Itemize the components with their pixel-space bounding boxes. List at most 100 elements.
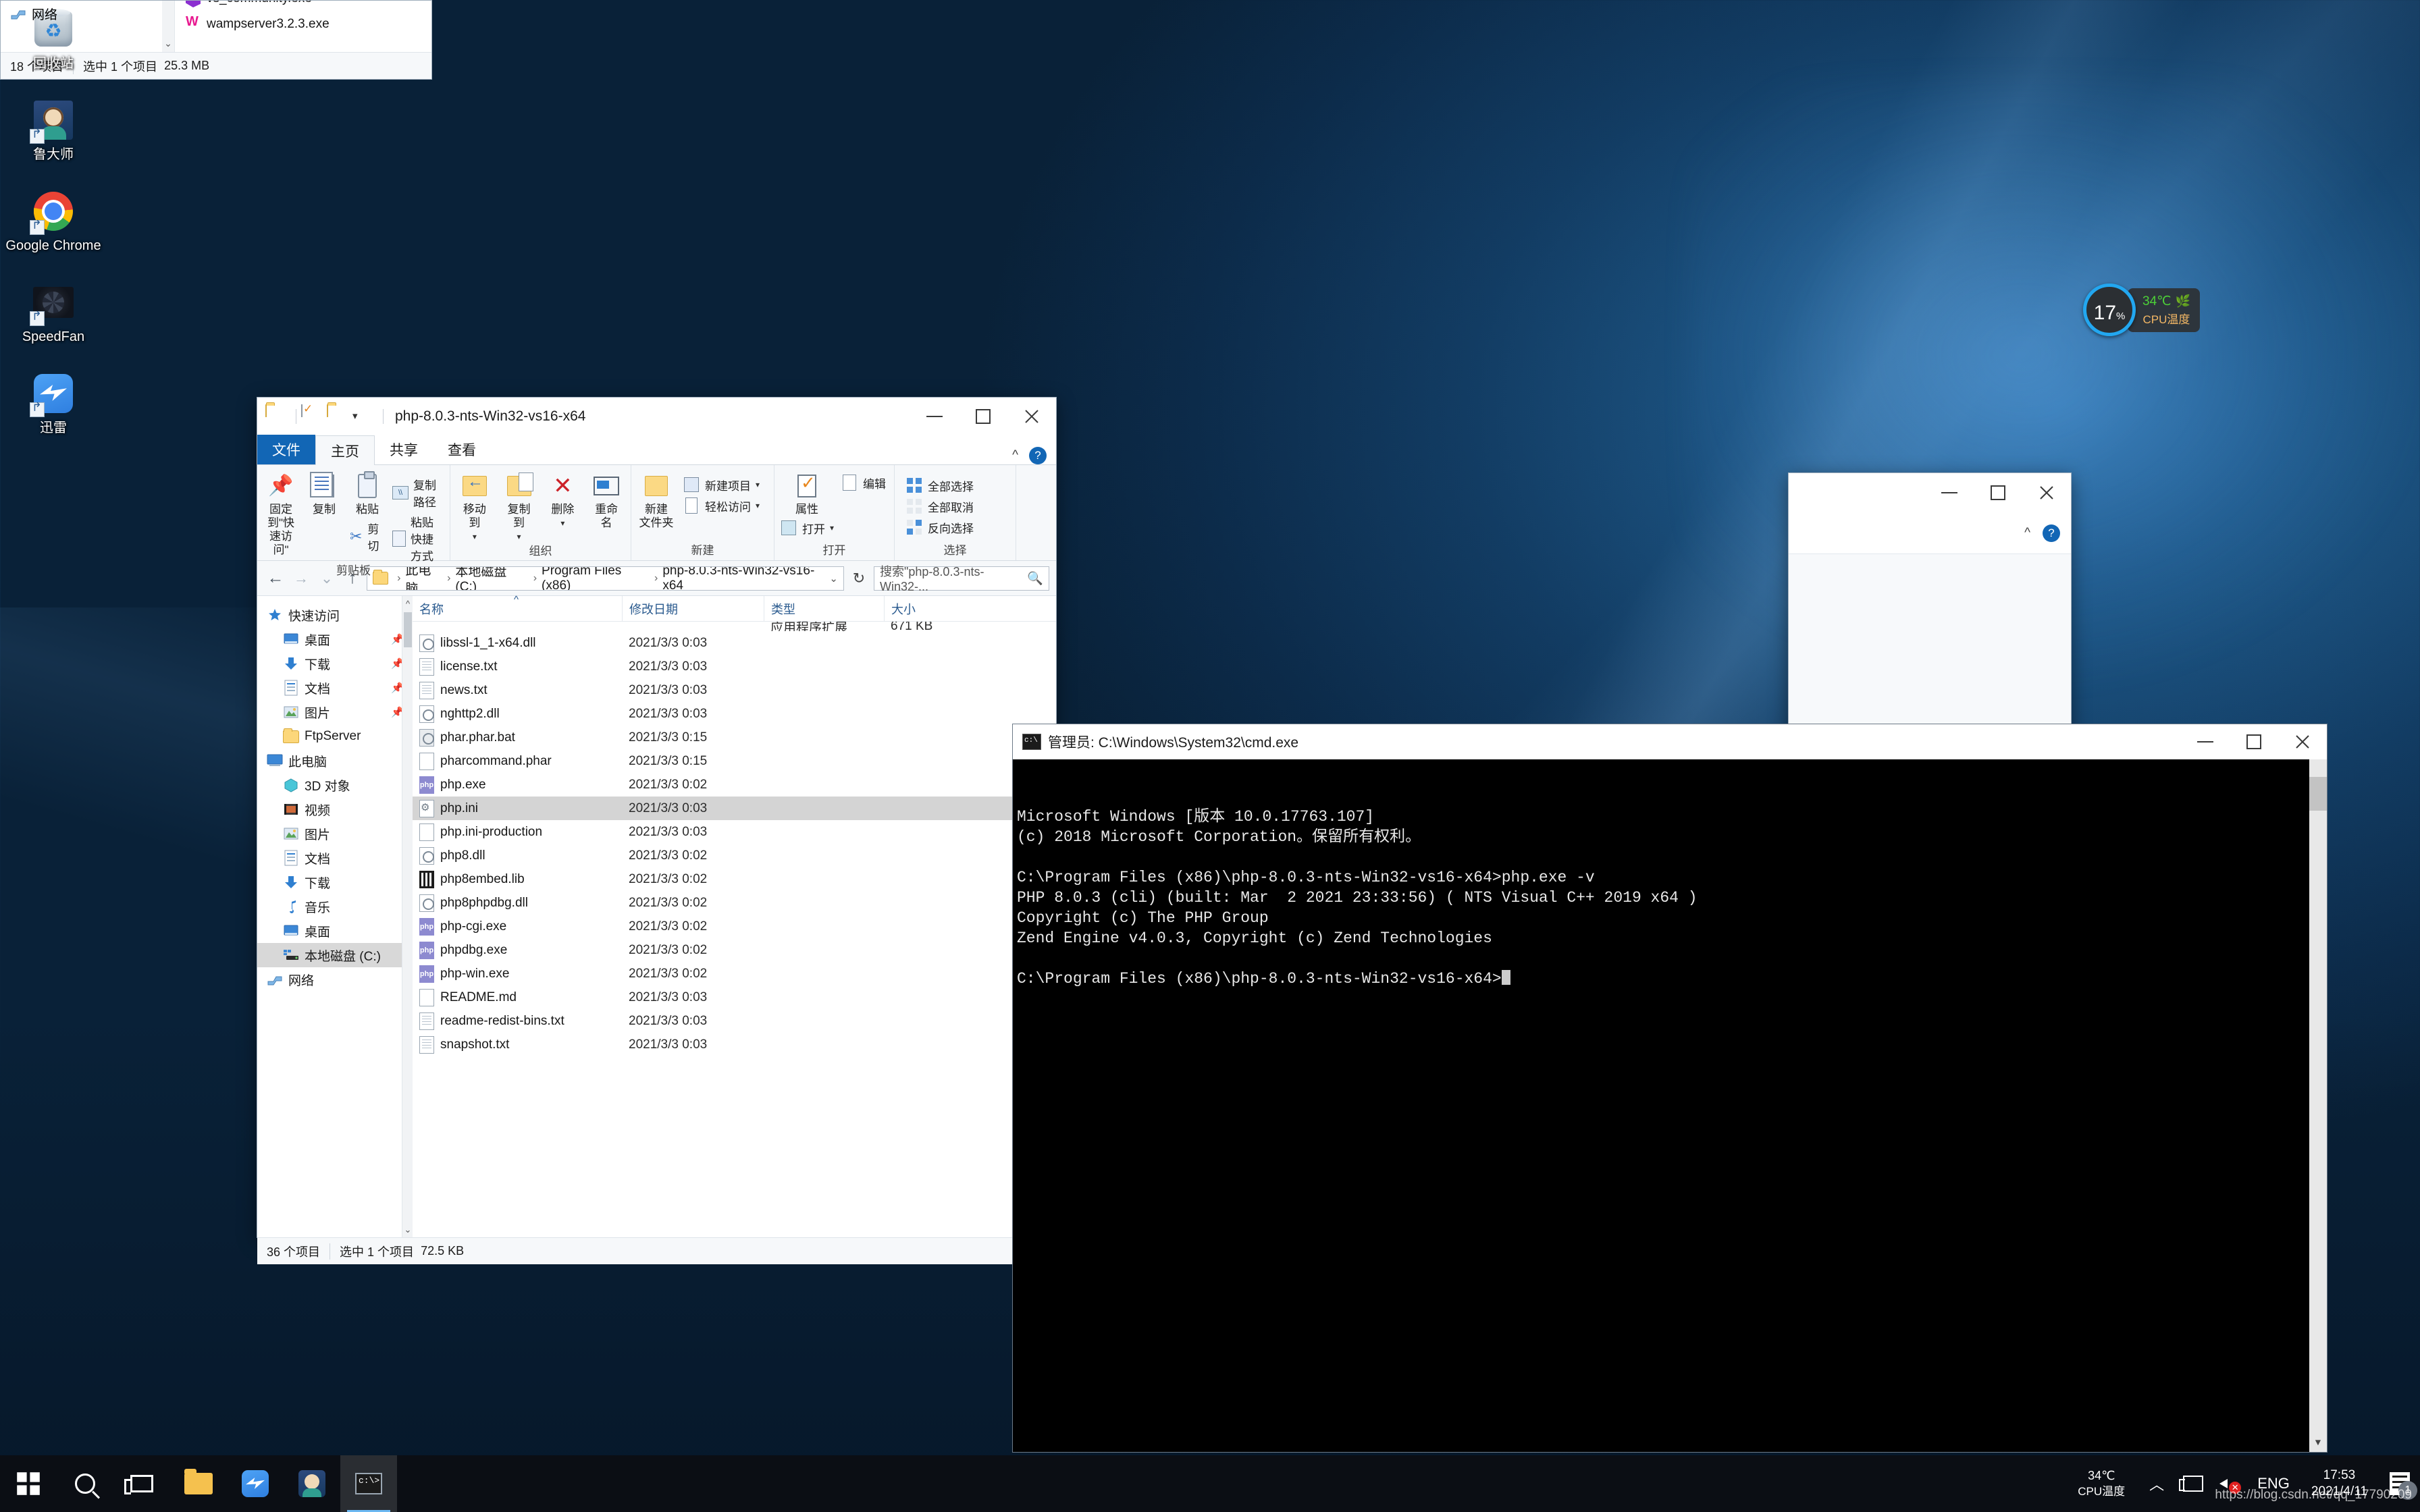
open-button[interactable]: 打开 ▾ xyxy=(777,518,837,537)
new-folder-button[interactable]: 新建 文件夹 xyxy=(634,470,679,531)
cmd-window[interactable]: 管理员: C:\Windows\System32\cmd.exe Microso… xyxy=(1012,724,2327,1453)
paste-button[interactable]: 粘贴 xyxy=(346,470,388,518)
maximize-button[interactable] xyxy=(1974,473,2022,512)
sidebar-item-downloads[interactable]: 下载 📌 xyxy=(257,651,412,676)
qat-dropdown-icon[interactable]: ▾ xyxy=(352,405,375,428)
table-row[interactable]: libssl-1_1-x64.dll2021/3/3 0:03 xyxy=(413,631,1056,655)
table-row[interactable]: phpphp-win.exe2021/3/3 0:02 xyxy=(413,962,1056,986)
sidebar-item-pictures[interactable]: 图片 📌 xyxy=(257,700,412,724)
tab-view[interactable]: 查看 xyxy=(433,435,491,464)
breadcrumb-item-local-disk[interactable]: 本地磁盘 (C:) xyxy=(455,566,528,591)
sidebar-item-music[interactable]: 音乐 xyxy=(257,894,412,919)
column-header-date[interactable]: 修改日期 xyxy=(622,596,764,622)
taskbar-cmd[interactable] xyxy=(340,1455,397,1512)
table-row[interactable]: php8.dll2021/3/3 0:02 xyxy=(413,844,1056,867)
close-button[interactable] xyxy=(2022,473,2071,512)
desktop-icon-speedfan[interactable]: SpeedFan xyxy=(0,273,107,350)
select-none-button[interactable]: 全部取消 xyxy=(903,497,976,516)
minimize-button[interactable] xyxy=(910,397,959,436)
desktop-icon-xunlei[interactable]: 迅雷 xyxy=(0,364,107,441)
scrollbar-thumb[interactable] xyxy=(404,612,412,647)
scrollbar-thumb[interactable] xyxy=(2309,777,2327,811)
list-item-partial[interactable]: 应用程序扩展 671 KB xyxy=(413,622,1056,631)
tray-network[interactable] xyxy=(2175,1455,2211,1512)
help-icon[interactable]: ? xyxy=(2043,524,2060,542)
edit-button[interactable]: 编辑 xyxy=(838,473,889,492)
list-item[interactable]: vs_community.exe xyxy=(179,0,431,11)
table-row[interactable]: pharcommand.phar2021/3/3 0:15 xyxy=(413,749,1056,773)
table-row[interactable]: php.ini2021/3/3 0:03 xyxy=(413,796,1056,820)
sidebar-item-desktop-2[interactable]: 桌面 xyxy=(257,919,412,943)
delete-button[interactable]: ✕ 删除 ▾ xyxy=(542,470,583,531)
chevron-down-icon[interactable]: ▾ xyxy=(560,516,564,530)
table-row[interactable]: php.ini-production2021/3/3 0:03 xyxy=(413,820,1056,844)
chevron-down-icon[interactable]: ▾ xyxy=(756,501,760,510)
copy-button[interactable]: 复制 xyxy=(303,470,345,518)
taskbar-xunlei[interactable] xyxy=(227,1455,284,1512)
column-header-size[interactable]: 大小 xyxy=(884,596,958,622)
qat-properties-icon[interactable] xyxy=(301,405,324,428)
scroll-down-arrow[interactable]: ⌄ xyxy=(402,1222,413,1237)
sidebar-item-quick-access[interactable]: 快速访问 xyxy=(257,603,412,627)
scrollbar-thumb[interactable] xyxy=(163,0,173,1)
help-icon[interactable]: ? xyxy=(1029,447,1047,464)
sidebar-item-pictures-2[interactable]: 图片 xyxy=(257,821,412,846)
explorer-window-main[interactable]: ▾ php-8.0.3-nts-Win32-vs16-x64 文件 主页 共享 … xyxy=(257,397,1057,1238)
table-row[interactable]: php8phpdbg.dll2021/3/3 0:02 xyxy=(413,891,1056,915)
sidebar-item-network[interactable]: 网络 xyxy=(1,1,174,26)
titlebar[interactable]: 管理员: C:\Windows\System32\cmd.exe xyxy=(1013,724,2327,759)
rename-button[interactable]: 重命名 xyxy=(585,470,628,531)
chevron-up-icon[interactable]: ^ xyxy=(1012,448,1018,463)
nav-scrollbar[interactable]: ⌄ xyxy=(162,0,174,52)
tray-show-hidden-icons[interactable]: ︿ xyxy=(2138,1455,2175,1512)
move-to-button[interactable]: 移动到 ▾ xyxy=(453,470,496,545)
sidebar-item-downloads-2[interactable]: 下载 xyxy=(257,870,412,894)
sidebar-item-ftpserver[interactable]: FtpServer xyxy=(257,724,412,749)
desktop-icon-ludashi[interactable]: 鲁大师 xyxy=(0,91,107,167)
sidebar-item-desktop[interactable]: 桌面 📌 xyxy=(257,627,412,651)
start-button[interactable] xyxy=(0,1455,57,1512)
table-row[interactable]: README.md2021/3/3 0:03 xyxy=(413,986,1056,1009)
cut-button[interactable]: ✂ 剪切 xyxy=(346,519,388,554)
tray-cpu-temp[interactable]: 34℃ CPU温度 xyxy=(2064,1468,2138,1499)
minimize-button[interactable] xyxy=(2181,722,2230,761)
list-item[interactable]: wampserver3.2.3.exe xyxy=(179,11,431,37)
taskbar-file-explorer[interactable] xyxy=(170,1455,227,1512)
table-row[interactable]: news.txt2021/3/3 0:03 xyxy=(413,678,1056,702)
table-row[interactable]: php8embed.lib2021/3/3 0:02 xyxy=(413,867,1056,891)
table-row[interactable]: snapshot.txt2021/3/3 0:03 xyxy=(413,1033,1056,1056)
tab-home[interactable]: 主页 xyxy=(315,435,375,465)
sidebar-item-3d-objects[interactable]: 3D 对象 xyxy=(257,773,412,797)
minimize-button[interactable] xyxy=(1925,473,1974,512)
table-row[interactable]: phar.phar.bat2021/3/3 0:15 xyxy=(413,726,1056,749)
taskbar-ludashi[interactable] xyxy=(284,1455,340,1512)
column-header-name[interactable]: 名称 ^ xyxy=(413,596,622,622)
copy-path-button[interactable]: \\ 复制路径 xyxy=(390,475,447,510)
table-row[interactable]: phpphp.exe2021/3/3 0:02 xyxy=(413,773,1056,796)
tab-file[interactable]: 文件 xyxy=(257,435,315,464)
chevron-down-icon[interactable]: ▾ xyxy=(473,530,477,543)
select-all-button[interactable]: 全部选择 xyxy=(903,476,976,495)
close-button[interactable] xyxy=(2278,722,2327,761)
titlebar[interactable] xyxy=(1789,473,2071,512)
maximize-button[interactable] xyxy=(959,397,1007,436)
chevron-down-icon[interactable]: ⌄ xyxy=(162,36,174,51)
column-header-type[interactable]: 类型 xyxy=(764,596,884,622)
sidebar-item-local-disk-c[interactable]: 本地磁盘 (C:) xyxy=(257,943,412,967)
pin-to-quick-access-button[interactable]: 📌 固定到"快 速访问" xyxy=(260,470,302,558)
new-item-button[interactable]: 新建项目 ▾ xyxy=(680,475,762,494)
search-button[interactable] xyxy=(57,1455,113,1512)
chevron-down-icon[interactable]: ▾ xyxy=(756,480,760,489)
breadcrumb-item-program-files[interactable]: Program Files (x86) xyxy=(542,566,650,591)
sidebar-item-documents[interactable]: 文档 📌 xyxy=(257,676,412,700)
chevron-up-icon[interactable]: ^ xyxy=(2024,526,2030,541)
console-output[interactable]: Microsoft Windows [版本 10.0.17763.107](c)… xyxy=(1013,759,2327,1452)
qat-newfolder-icon[interactable] xyxy=(327,405,350,428)
refresh-button[interactable]: ↻ xyxy=(847,566,871,591)
properties-button[interactable]: 属性 xyxy=(786,470,828,518)
sidebar-item-this-pc[interactable]: 此电脑 xyxy=(257,749,412,773)
search-input[interactable]: 搜索"php-8.0.3-nts-Win32-... 🔍 xyxy=(874,566,1049,591)
nav-scrollbar[interactable]: ^ ⌄ xyxy=(402,596,413,1237)
sidebar-item-videos[interactable]: 视频 xyxy=(257,797,412,821)
table-row[interactable]: nghttp2.dll2021/3/3 0:03 xyxy=(413,702,1056,726)
